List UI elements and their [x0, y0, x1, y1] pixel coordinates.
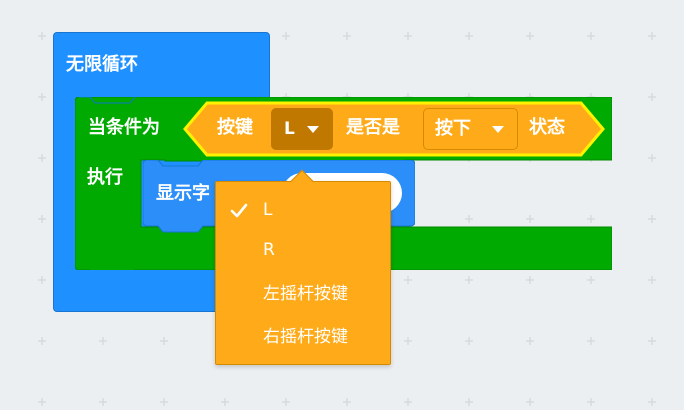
condition-middle-label: 是否是 [346, 117, 400, 138]
chevron-down-icon [307, 126, 319, 133]
condition-prefix-label: 按键 [217, 117, 253, 138]
menu-item-label: 右摇杆按键 [263, 327, 348, 347]
menu-item-label: 左摇杆按键 [263, 284, 348, 304]
menu-item-label: L [263, 200, 273, 220]
key-select-value: L [284, 119, 295, 139]
while-condition-label: 当条件为 [88, 117, 160, 138]
menu-item-r[interactable]: R [216, 230, 390, 270]
condition-suffix-label: 状态 [529, 117, 565, 138]
state-select-value: 按下 [435, 118, 471, 139]
display-text-label: 显示字 [156, 183, 210, 204]
check-icon [230, 203, 248, 218]
state-select-dropdown[interactable]: 按下 [423, 108, 518, 150]
key-select-dropdown[interactable]: L [271, 108, 333, 150]
menu-item-l[interactable]: L [216, 190, 390, 230]
forever-loop-label: 无限循环 [66, 54, 138, 75]
menu-item-label: R [263, 240, 275, 260]
menu-item-left-stick-button[interactable]: 左摇杆按键 [216, 274, 390, 314]
chevron-down-icon [492, 126, 504, 133]
while-do-label: 执行 [87, 167, 123, 188]
menu-item-right-stick-button[interactable]: 右摇杆按键 [216, 317, 390, 357]
